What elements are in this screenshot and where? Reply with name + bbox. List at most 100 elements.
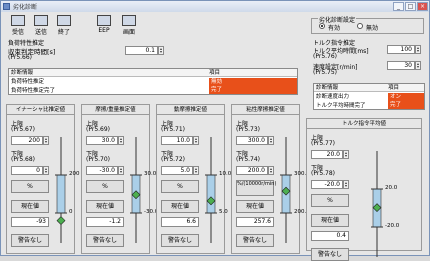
upper-limit-input[interactable]: 300.0 (236, 136, 268, 145)
toolbar-receive-button[interactable]: 受信 (7, 14, 29, 36)
diag-enabled-radio[interactable] (319, 23, 325, 29)
gauge-bottom-label: 5.0 (219, 209, 228, 215)
panel-title: 動摩擦推定値 (157, 105, 224, 115)
unit-label: % (161, 180, 199, 193)
panel-title: 粘性摩擦推定値 (232, 105, 299, 115)
gauge (205, 137, 217, 243)
gauge (130, 137, 142, 243)
current-value-display: -93 (11, 217, 49, 227)
lower-limit-stepper[interactable] (268, 166, 274, 175)
load-table-header-left: 診断情報 (11, 70, 34, 76)
load-row-2-status: 完了 (209, 86, 297, 94)
upper-limit-param: (Pr5.71) (161, 126, 186, 133)
exit-icon (57, 15, 71, 26)
warning-status: 警告なし (311, 248, 349, 261)
lower-limit-stepper[interactable] (118, 166, 124, 175)
torque-estimation-table: 診断情報 項目 診断速度出力 オン トルク平均時間完了 完了 (313, 83, 425, 110)
current-value-display: 6.6 (161, 217, 199, 227)
estimation-panel-5: トルク指令平均値 上限 (Pr5.77) 20.0 下限 (Pr5.78) -2… (306, 118, 422, 261)
warning-status: 警告なし (161, 234, 199, 247)
conv-time-stepper[interactable] (158, 46, 164, 55)
toolbar-exit-label: 終了 (57, 29, 70, 36)
gauge (280, 137, 292, 243)
receive-icon (11, 15, 25, 26)
lower-limit-stepper[interactable] (343, 180, 349, 189)
upper-limit-param: (Pr5.77) (311, 140, 336, 147)
upper-limit-input[interactable]: 20.0 (311, 150, 343, 159)
current-value-label: 現在値 (161, 200, 199, 213)
maximize-button[interactable]: □ (405, 2, 416, 11)
upper-limit-input[interactable]: 10.0 (161, 136, 193, 145)
table-row: トルク平均時間完了 (314, 102, 366, 110)
lower-limit-input[interactable]: 200.0 (236, 166, 268, 175)
minimize-button[interactable]: _ (393, 2, 404, 11)
upper-limit-stepper[interactable] (43, 136, 49, 145)
speed-input[interactable]: 30 (387, 61, 415, 70)
torque-row-1-status: オン (388, 93, 424, 101)
load-row-1-label: 負荷特性推定 (11, 79, 45, 85)
speed-param: (Pr5.75) (313, 69, 338, 76)
eep-icon (97, 15, 111, 26)
lower-limit-input[interactable]: 5.0 (161, 166, 193, 175)
screen-icon (122, 15, 136, 26)
unit-label: % (11, 180, 49, 193)
upper-limit-param: (Pr5.69) (86, 126, 111, 133)
torque-row-1-label: 診断速度出力 (316, 94, 350, 100)
current-value-display: 0.4 (311, 231, 349, 241)
avg-time-input[interactable]: 100 (387, 45, 415, 54)
title-bar: 劣化診断 _ □ × (1, 1, 429, 12)
table-row: 負荷特性推定 (9, 78, 44, 86)
toolbar-screen-button[interactable]: 画面 (118, 14, 140, 36)
toolbar-eep-label: EEP (98, 27, 110, 34)
app-icon (3, 3, 10, 10)
conv-time-input[interactable]: 0.1 (125, 46, 158, 55)
toolbar-exit-button[interactable]: 終了 (53, 14, 75, 36)
lower-limit-stepper[interactable] (193, 166, 199, 175)
lower-limit-stepper[interactable] (43, 166, 49, 175)
upper-limit-param: (Pr5.67) (11, 126, 36, 133)
table-row: 診断速度出力 (314, 93, 349, 101)
diag-disabled-radio[interactable] (357, 23, 363, 29)
avg-time-stepper[interactable] (415, 45, 421, 54)
lower-limit-input[interactable]: 0 (11, 166, 43, 175)
panel-title: イナーシャ比推定値 (7, 105, 74, 115)
torque-row-2-status: 完了 (388, 101, 424, 109)
toolbar-send-label: 送信 (34, 29, 47, 36)
gauge-top-label: 10.0 (219, 171, 232, 177)
close-button[interactable]: × (417, 2, 428, 11)
current-value-label: 現在値 (86, 200, 124, 213)
main-window: 劣化診断 _ □ × 受信 送信 終了 EEP 画面 劣化診断設定 有効 無効 … (0, 0, 430, 261)
send-icon (34, 15, 48, 26)
upper-limit-input[interactable]: 200 (11, 136, 43, 145)
torque-table-header-right: 項目 (388, 85, 400, 91)
toolbar-receive-label: 受信 (11, 29, 24, 36)
load-estimation-table: 診断情報 項目 負荷特性推定 無効 負荷特性推定完了 完了 (8, 68, 298, 95)
gauge (371, 151, 383, 257)
panel-title: トルク指令平均値 (307, 119, 421, 129)
upper-limit-input[interactable]: 30.0 (86, 136, 118, 145)
gauge-top-label: 20.0 (385, 185, 398, 191)
gauge-bottom-label: 0 (69, 209, 73, 215)
upper-limit-stepper[interactable] (193, 136, 199, 145)
lower-limit-param: (Pr5.70) (86, 156, 111, 163)
lower-limit-param: (Pr5.74) (236, 156, 261, 163)
torque-row-2-label: トルク平均時間完了 (316, 103, 366, 109)
gauge-range-band (206, 174, 216, 214)
toolbar-eep-button[interactable]: EEP (93, 14, 115, 36)
lower-limit-input[interactable]: -30.0 (86, 166, 118, 175)
current-value-display: -1.2 (86, 217, 124, 227)
gauge-range-band (56, 174, 66, 214)
load-row-2-label: 負荷特性推定完了 (11, 88, 56, 94)
upper-limit-stepper[interactable] (343, 150, 349, 159)
current-value-display: 257.6 (236, 217, 274, 227)
speed-stepper[interactable] (415, 61, 421, 70)
upper-limit-stepper[interactable] (118, 136, 124, 145)
upper-limit-param: (Pr5.73) (236, 126, 261, 133)
lower-limit-input[interactable]: -20.0 (311, 180, 343, 189)
panel-title: 摩擦/重量推定値 (82, 105, 149, 115)
lower-limit-param: (Pr5.78) (311, 170, 336, 177)
load-table-header-right: 項目 (209, 70, 221, 76)
unit-label: %/(10000r/min) (236, 180, 276, 196)
upper-limit-stepper[interactable] (268, 136, 274, 145)
toolbar-send-button[interactable]: 送信 (30, 14, 52, 36)
